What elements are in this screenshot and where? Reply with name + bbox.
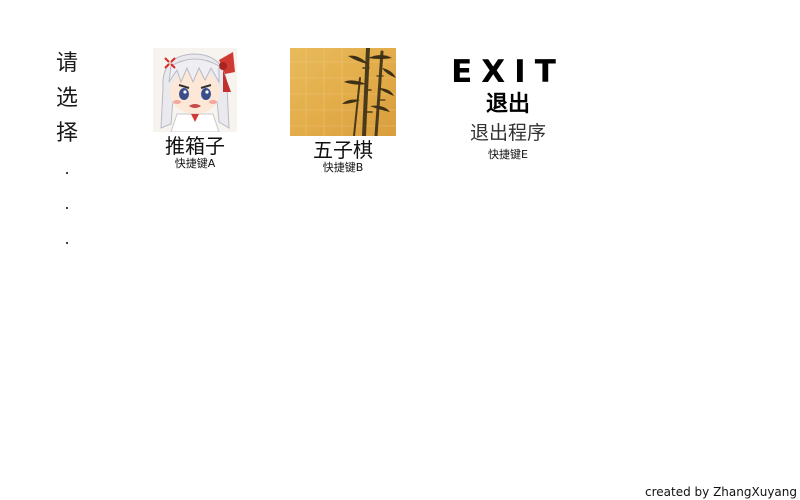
sokoban-hotkey-hint: 快捷键A [174,157,216,170]
sokoban-option[interactable]: 推箱子 快捷键A [153,48,237,170]
prompt-dot: . [64,194,70,213]
exit-description[interactable]: 退出程序 [447,120,569,146]
prompt-char: 择 [55,121,78,146]
exit-title-cn[interactable]: 退出 [447,92,569,118]
prompt-char: 请 [55,51,78,76]
sokoban-title[interactable]: 推箱子 [153,135,237,157]
prompt-char: 选 [55,86,78,111]
gomoku-option[interactable]: 五子棋 快捷键B [290,48,396,174]
exit-option[interactable]: EXIT 退出 退出程序 快捷键E [447,52,569,161]
exit-hotkey-hint: 快捷键E [488,148,528,161]
bamboo-paper-icon[interactable] [290,48,396,136]
prompt-dot: . [64,229,70,248]
gomoku-title[interactable]: 五子棋 [290,139,396,161]
exit-title-en[interactable]: EXIT [447,52,569,92]
choose-prompt: 请 选 择 . . . [50,46,84,256]
prompt-dot: . [64,159,70,178]
anime-girl-avatar-icon[interactable] [153,48,237,132]
author-credit: created by ZhangXuyang [645,485,797,499]
gomoku-hotkey-hint: 快捷键B [322,161,364,174]
